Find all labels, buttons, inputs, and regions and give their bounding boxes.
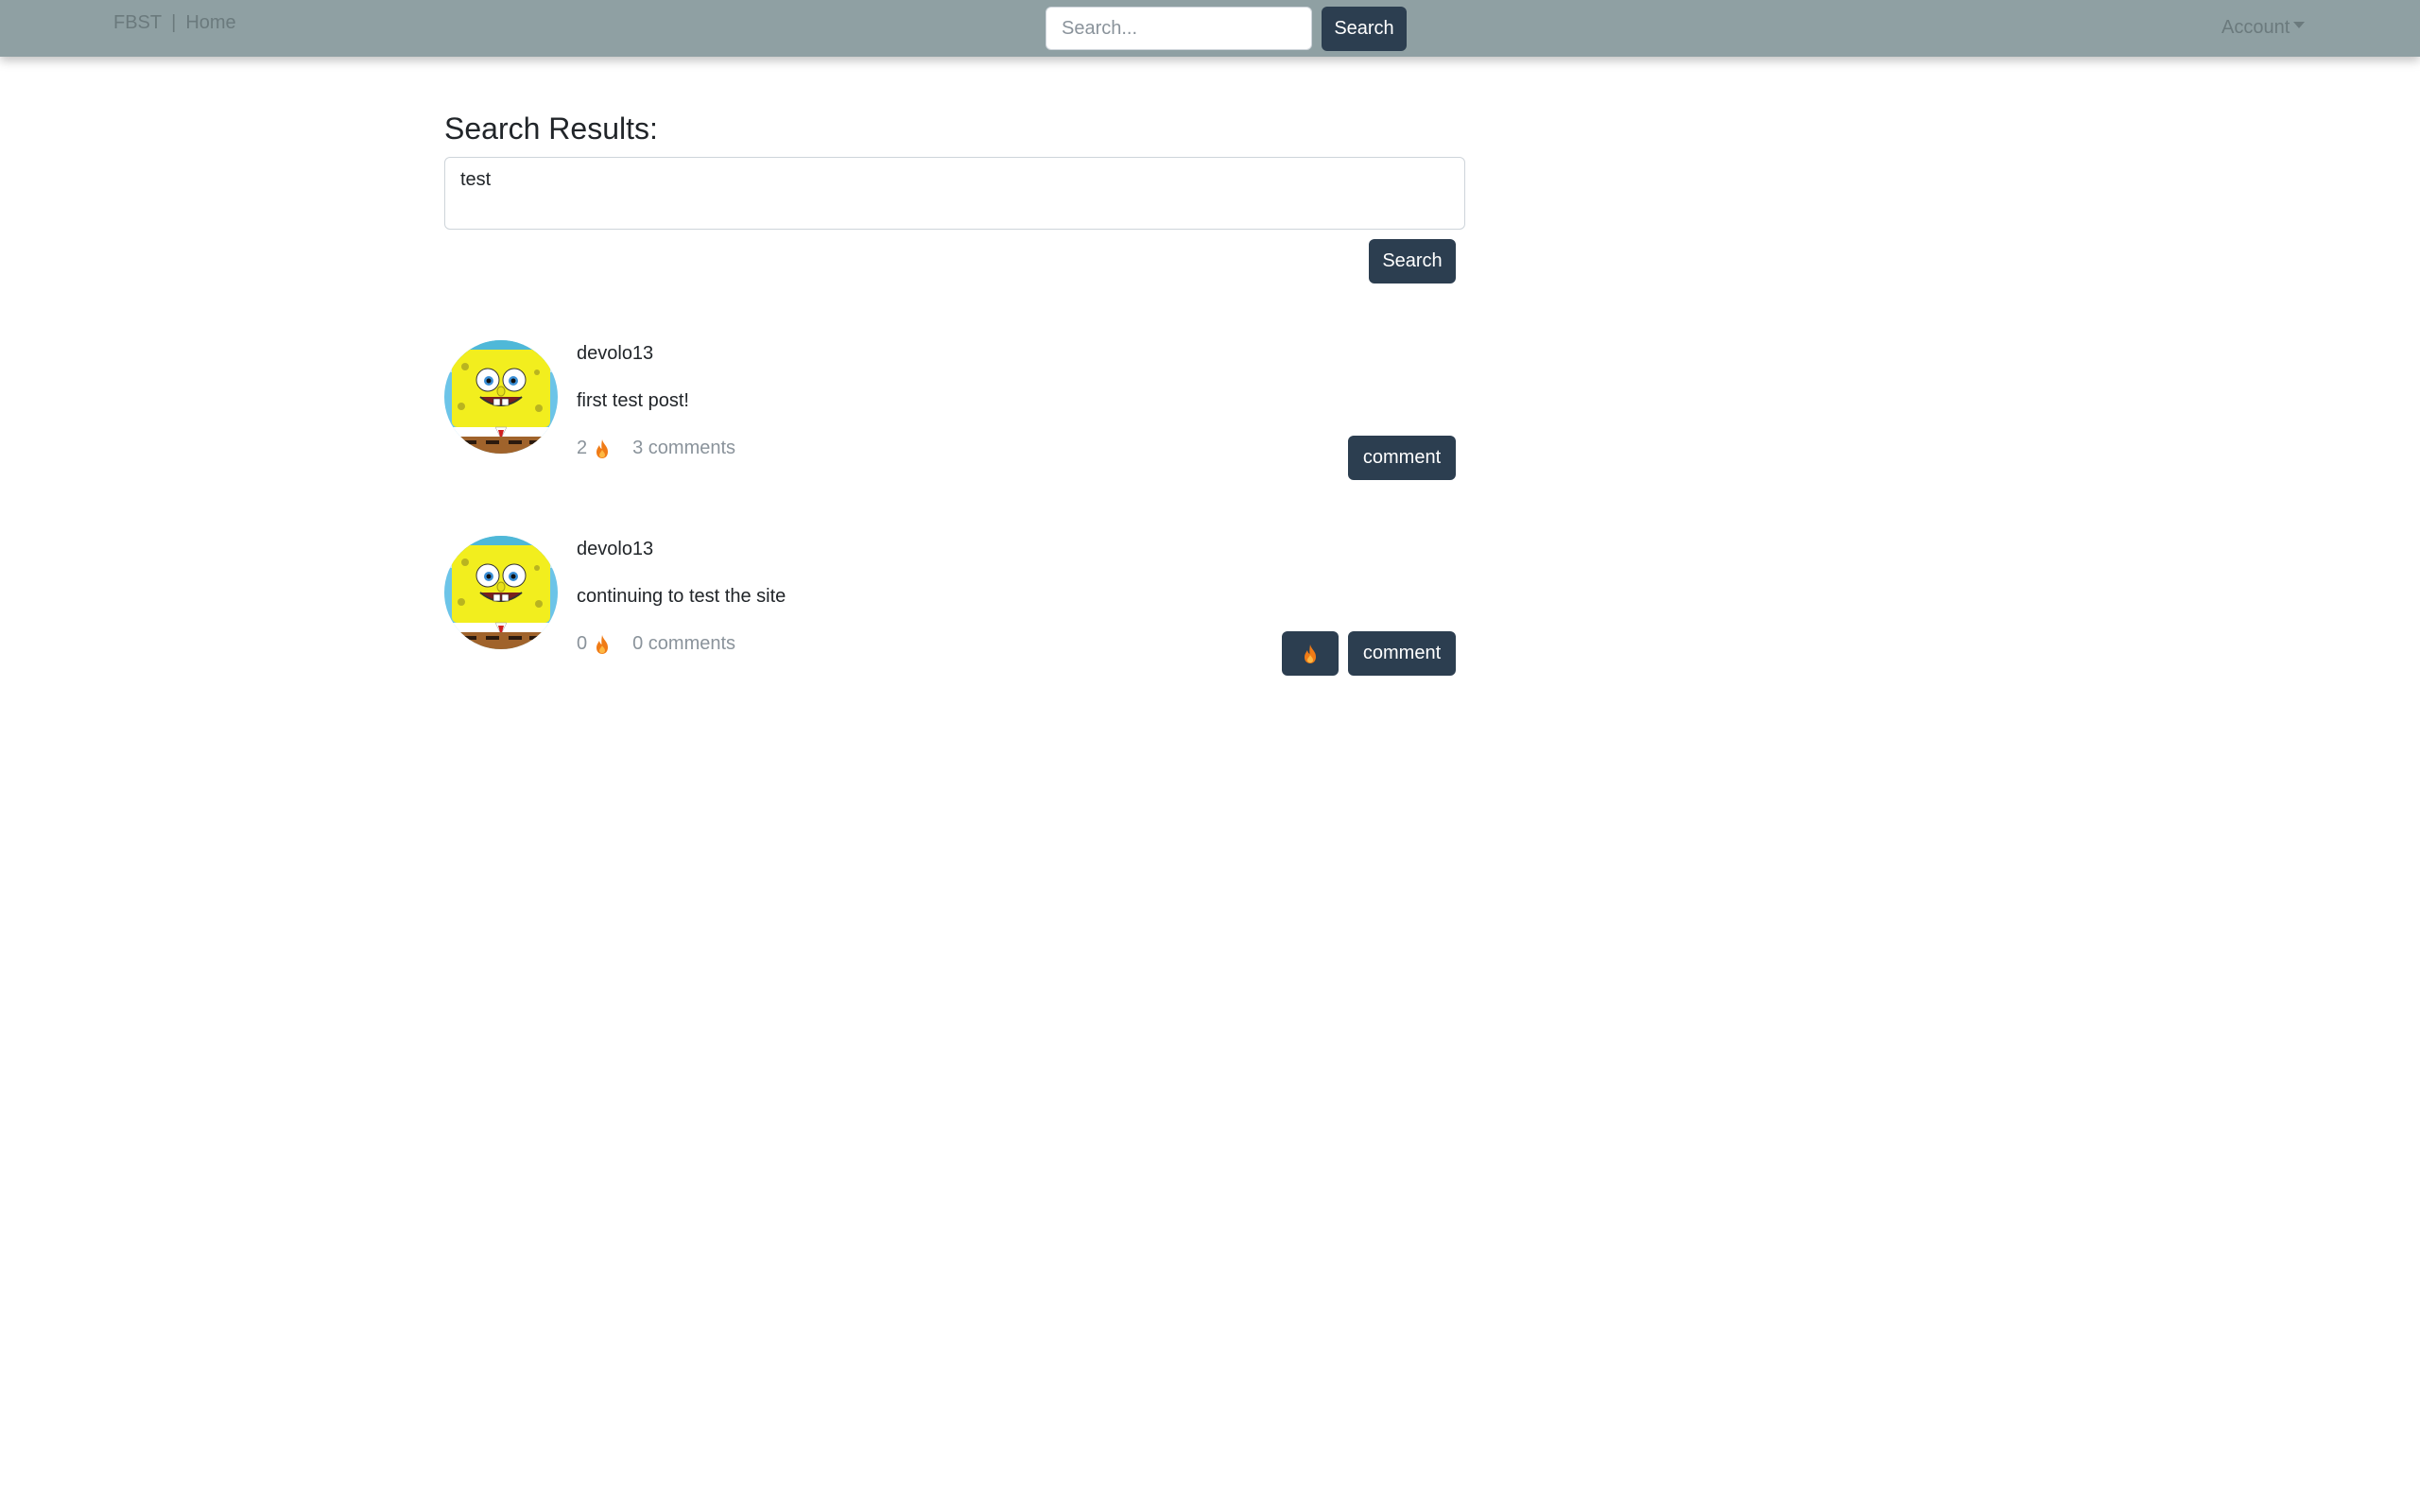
fire-button[interactable] <box>1282 631 1339 676</box>
caret-down-icon <box>2293 22 2306 29</box>
page-title: Search Results: <box>444 112 658 146</box>
post-meta: 0 0 comments <box>577 633 735 655</box>
navbar: FBST | Home Search Account <box>0 0 2420 57</box>
post-text: first test post! <box>577 390 689 411</box>
brand-group: FBST | Home <box>113 12 236 34</box>
navbar-search-input[interactable] <box>1046 7 1312 50</box>
account-label: Account <box>2221 17 2290 38</box>
comments-link[interactable]: 3 comments <box>632 438 735 459</box>
post-username[interactable]: devolo13 <box>577 343 653 365</box>
flame-icon <box>596 634 609 654</box>
account-dropdown[interactable]: Account <box>2221 17 2306 39</box>
fire-count-value: 2 <box>577 438 588 458</box>
navbar-search-button[interactable]: Search <box>1322 7 1407 51</box>
fire-count: 2 <box>577 438 610 459</box>
comments-link[interactable]: 0 comments <box>632 633 735 655</box>
spongebob-avatar <box>444 340 558 454</box>
search-button[interactable]: Search <box>1369 239 1456 284</box>
comment-button[interactable]: comment <box>1348 436 1456 480</box>
home-link[interactable]: Home <box>185 12 235 33</box>
post-meta: 2 3 comments <box>577 438 735 459</box>
post-text: continuing to test the site <box>577 586 786 607</box>
comment-button[interactable]: comment <box>1348 631 1456 676</box>
post-card: devolo13 continuing to test the site 0 0… <box>444 536 1465 676</box>
flame-icon <box>1305 644 1316 663</box>
fire-count: 0 <box>577 633 610 655</box>
fire-count-value: 0 <box>577 633 588 654</box>
spongebob-avatar <box>444 536 558 649</box>
search-query-textarea[interactable]: test <box>444 157 1465 230</box>
post-card: devolo13 first test post! 2 3 comments c… <box>444 340 1465 480</box>
flame-icon <box>596 438 609 458</box>
brand-separator: | <box>171 12 177 33</box>
post-username[interactable]: devolo13 <box>577 539 653 560</box>
brand-link[interactable]: FBST <box>113 12 162 33</box>
